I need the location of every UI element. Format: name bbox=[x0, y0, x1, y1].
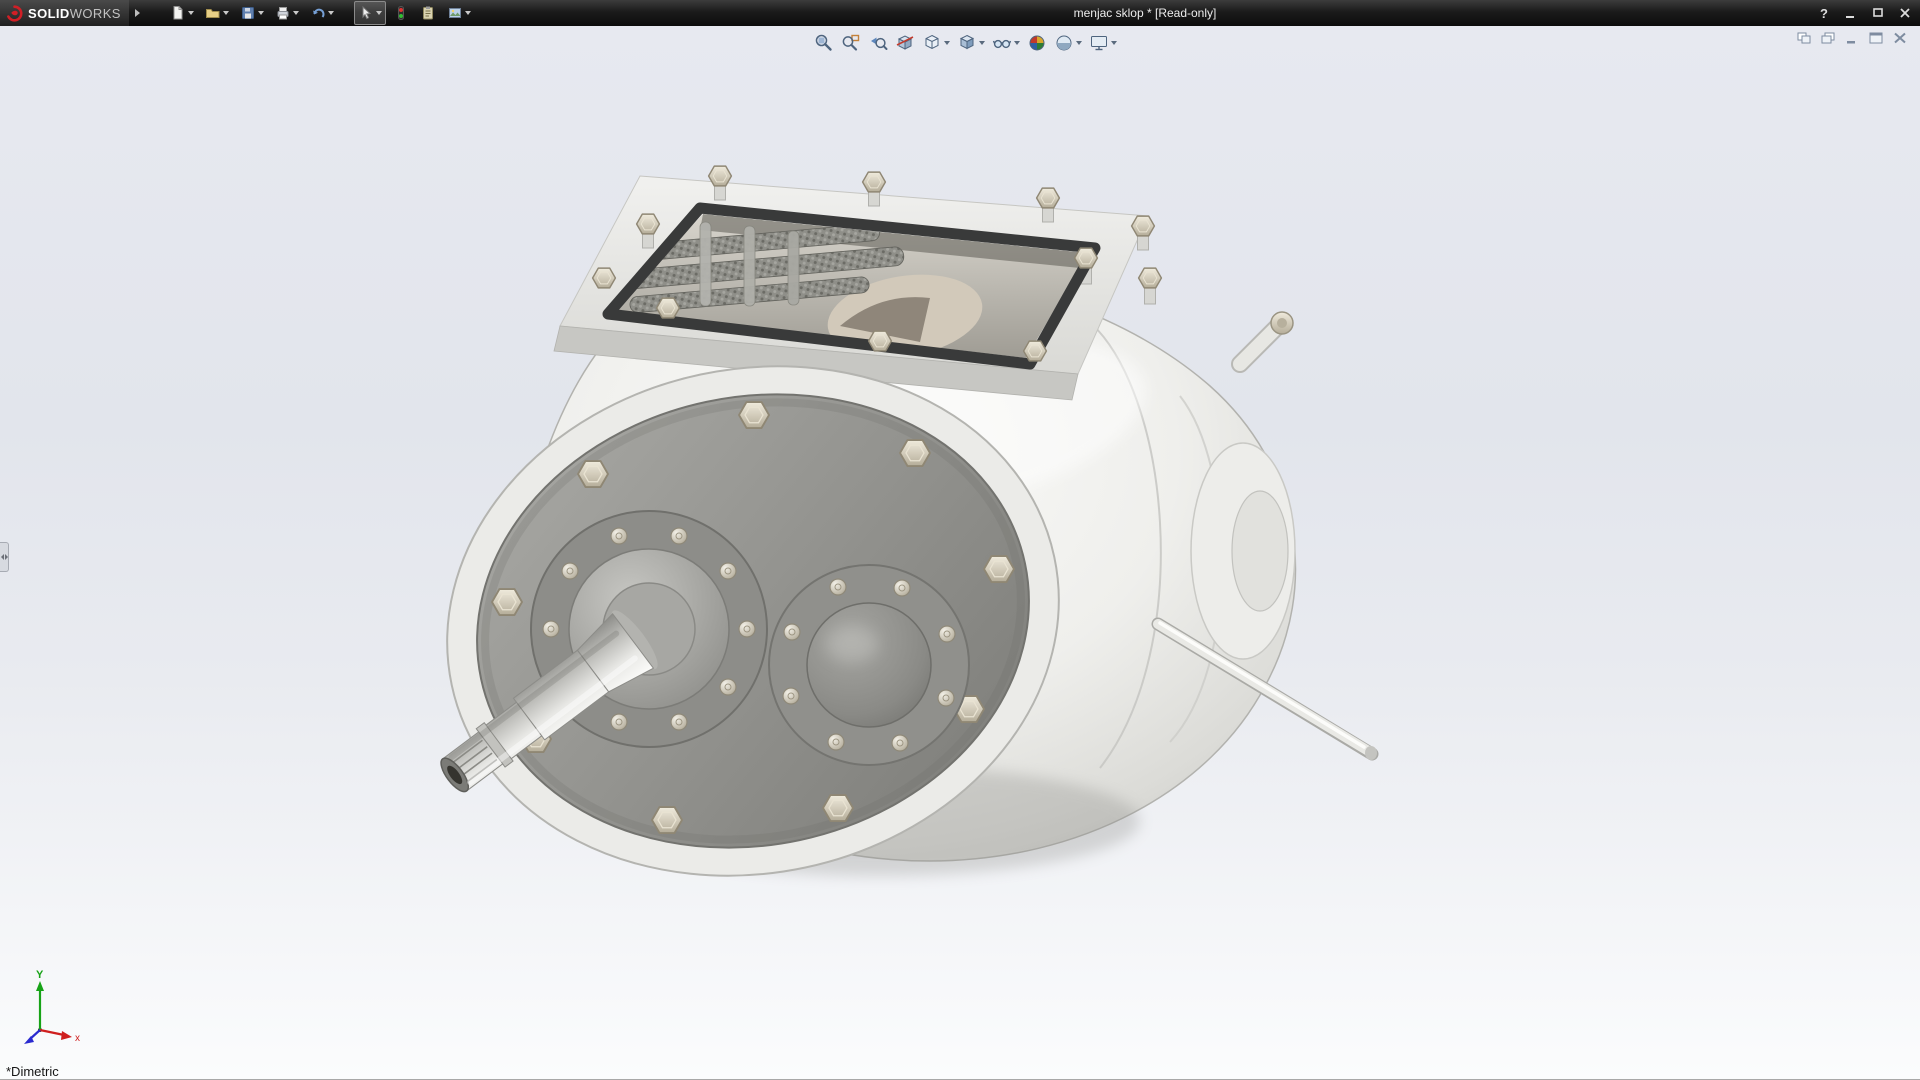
view-orientation-cube-icon bbox=[922, 33, 942, 53]
image-options-icon bbox=[447, 5, 463, 21]
apply-scene-icon bbox=[1054, 33, 1074, 53]
titlebar: SOLIDWORKS bbox=[0, 0, 1920, 26]
select-button[interactable] bbox=[354, 1, 386, 25]
close-icon bbox=[1898, 7, 1912, 19]
doc-close-icon bbox=[1892, 31, 1908, 45]
app-maximize-button[interactable] bbox=[1869, 4, 1887, 22]
heads-up-toolbar bbox=[812, 32, 1119, 54]
save-floppy-icon bbox=[240, 5, 256, 21]
doc-maximize-button[interactable] bbox=[1867, 30, 1884, 45]
doc-minimize-icon bbox=[1844, 31, 1860, 45]
doc-maximize-icon bbox=[1868, 31, 1884, 45]
app-close-button[interactable] bbox=[1896, 4, 1914, 22]
properties-clipboard-icon bbox=[420, 5, 436, 21]
print-icon bbox=[275, 5, 291, 21]
ds-logo-icon bbox=[6, 5, 23, 22]
triad-x-label: x bbox=[75, 1033, 80, 1044]
undo-button[interactable] bbox=[306, 1, 338, 25]
zoom-to-area-button[interactable] bbox=[839, 32, 863, 54]
document-title: menjac sklop * [Read-only] bbox=[1040, 0, 1250, 26]
undo-icon bbox=[310, 5, 326, 21]
save-button[interactable] bbox=[236, 1, 268, 25]
doc-restore-icon bbox=[1820, 31, 1836, 45]
view-orientation-button[interactable] bbox=[920, 32, 952, 54]
rebuild-stoplight-icon bbox=[393, 5, 409, 21]
open-button[interactable] bbox=[201, 1, 233, 25]
section-view-button[interactable] bbox=[893, 32, 917, 54]
previous-view-button[interactable] bbox=[866, 32, 890, 54]
properties-button[interactable] bbox=[416, 1, 440, 25]
view-settings-button[interactable] bbox=[1087, 32, 1119, 54]
bearing-cover bbox=[769, 565, 969, 765]
display-style-button[interactable] bbox=[955, 32, 987, 54]
select-cursor-icon bbox=[358, 5, 374, 21]
new-document-icon bbox=[170, 5, 186, 21]
apply-scene-button[interactable] bbox=[1052, 32, 1084, 54]
doc-float-button[interactable] bbox=[1795, 30, 1812, 45]
help-button[interactable]: ? bbox=[1815, 4, 1833, 22]
display-style-icon bbox=[957, 33, 977, 53]
maximize-icon bbox=[1871, 7, 1885, 19]
hide-show-glasses-icon bbox=[992, 33, 1012, 53]
edit-appearance-button[interactable] bbox=[1025, 32, 1049, 54]
hide-show-items-button[interactable] bbox=[990, 32, 1022, 54]
previous-view-icon bbox=[868, 33, 888, 53]
panel-splitter-handle[interactable] bbox=[0, 542, 9, 572]
print-button[interactable] bbox=[271, 1, 303, 25]
new-document-button[interactable] bbox=[166, 1, 198, 25]
zoom-to-area-icon bbox=[841, 33, 861, 53]
view-settings-icon bbox=[1089, 33, 1109, 53]
document-window-controls bbox=[1795, 30, 1908, 45]
app-minimize-button[interactable] bbox=[1842, 4, 1860, 22]
viewport-canvas[interactable]: Y x bbox=[0, 26, 1920, 1080]
doc-close-button[interactable] bbox=[1891, 30, 1908, 45]
triad-y-label: Y bbox=[36, 969, 44, 981]
solidworks-logo: SOLIDWORKS bbox=[0, 0, 129, 26]
open-folder-icon bbox=[205, 5, 221, 21]
doc-float-icon bbox=[1796, 31, 1812, 45]
edit-appearance-ball-icon bbox=[1027, 33, 1047, 53]
zoom-to-fit-icon bbox=[814, 33, 834, 53]
brand-text: SOLIDWORKS bbox=[28, 6, 121, 21]
options-button[interactable] bbox=[443, 1, 475, 25]
view-orientation-label: *Dimetric bbox=[6, 1064, 59, 1079]
app-window-controls: ? bbox=[1815, 0, 1914, 26]
rebuild-button[interactable] bbox=[389, 1, 413, 25]
menu-expand-icon[interactable] bbox=[135, 9, 140, 17]
zoom-to-fit-button[interactable] bbox=[812, 32, 836, 54]
doc-minimize-button[interactable] bbox=[1843, 30, 1860, 45]
minimize-icon bbox=[1844, 7, 1858, 19]
doc-restore-button[interactable] bbox=[1819, 30, 1836, 45]
section-view-icon bbox=[895, 33, 915, 53]
file-toolbar bbox=[166, 1, 475, 25]
